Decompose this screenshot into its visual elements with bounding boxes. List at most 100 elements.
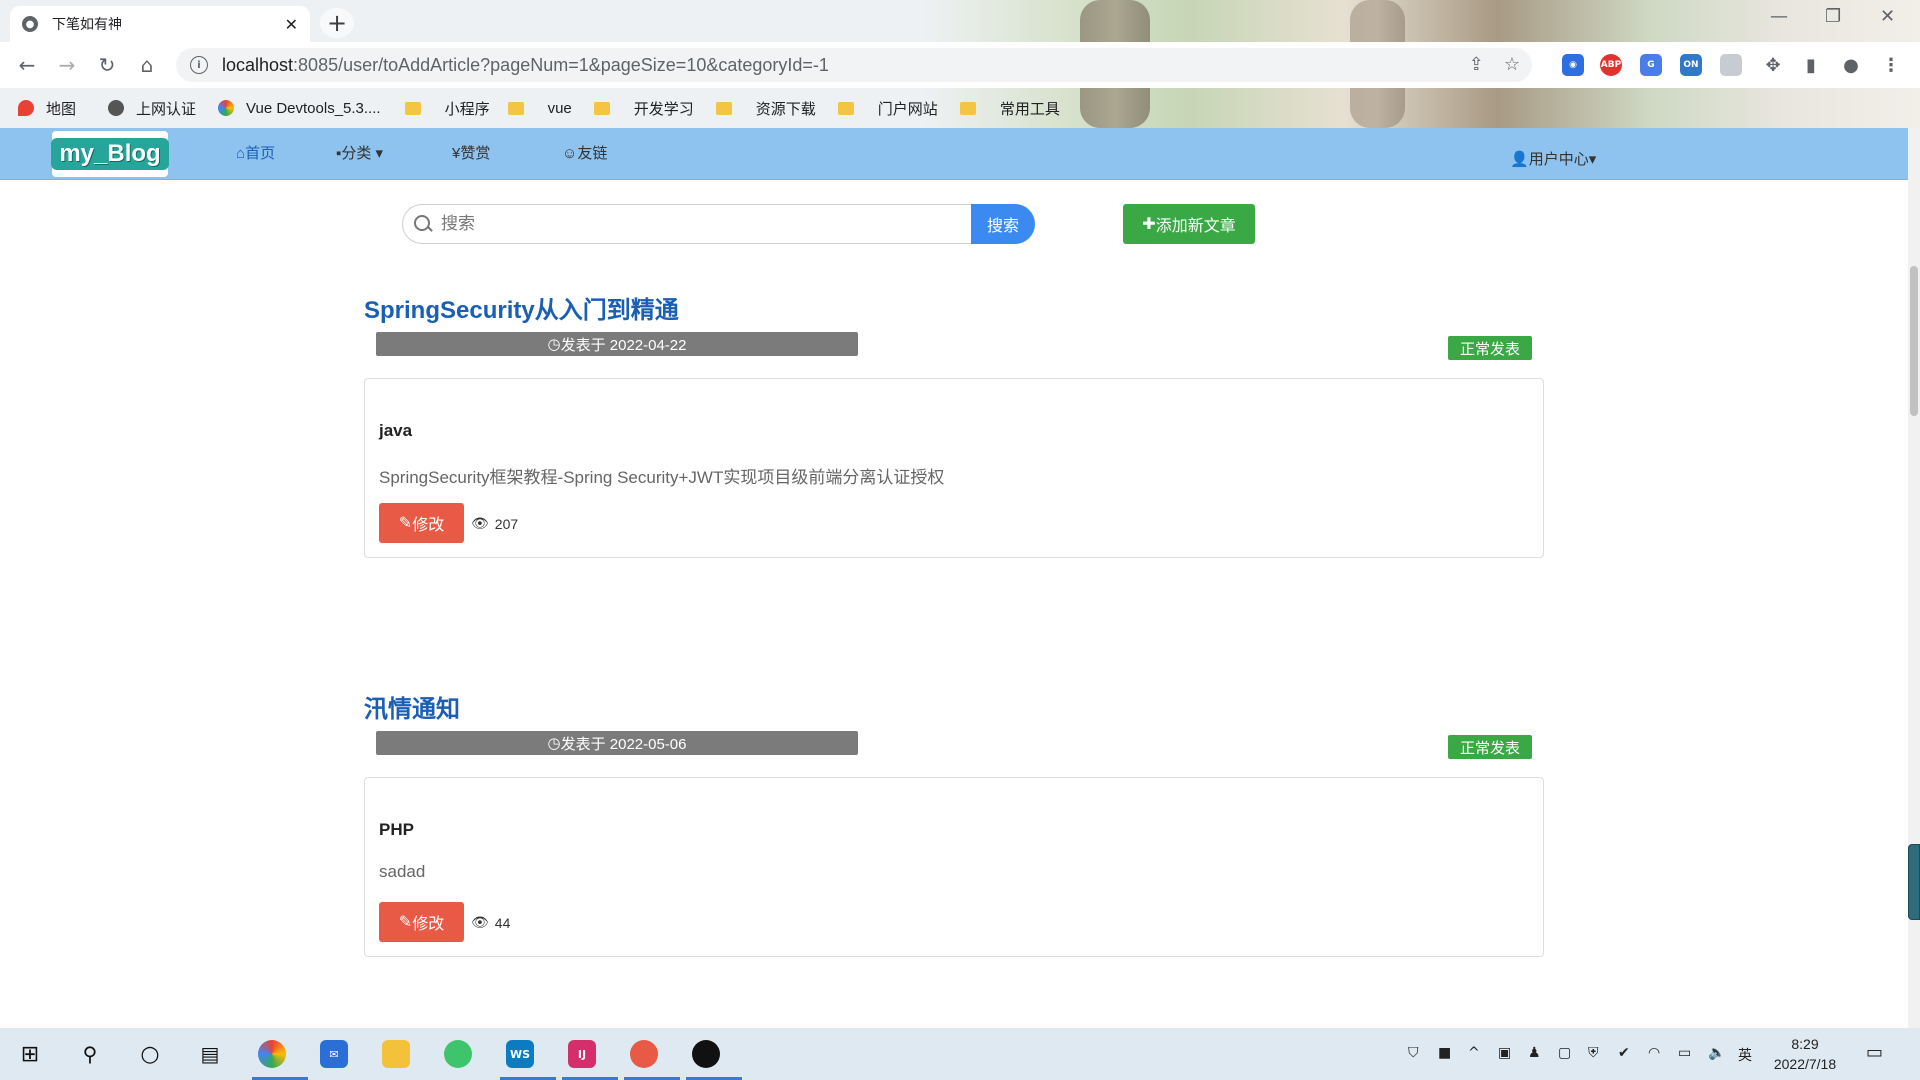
site-navbar: my_Blog ⌂首页 ▪分类 ▾ ¥赞赏 ☺友链 👤用户中心▾ <box>0 128 1908 180</box>
file-explorer-icon[interactable] <box>376 1034 416 1074</box>
task-view-icon[interactable]: ▤ <box>190 1034 230 1074</box>
new-tab-button[interactable]: + <box>320 8 354 38</box>
ime-indicator[interactable]: 英 <box>1738 1045 1752 1065</box>
qq-icon[interactable]: ♟ <box>1528 1045 1541 1061</box>
browser-tab-active[interactable]: ● 下笔如有神 ✕ <box>10 6 310 42</box>
search-input[interactable] <box>402 204 972 244</box>
nav-home[interactable]: ⌂首页 <box>236 142 275 163</box>
article-card: java SpringSecurity框架教程-Spring Security+… <box>364 378 1544 558</box>
user-center-dropdown[interactable]: 👤用户中心▾ <box>1510 148 1596 169</box>
browser-chrome: ● 下笔如有神 ✕ + — ❐ ✕ ← → ↻ ⌂ i localhost:80… <box>0 0 1920 128</box>
article-category: java <box>379 421 413 440</box>
user-icon: 👤 <box>1510 151 1529 168</box>
webstorm-icon[interactable]: WS <box>500 1034 556 1080</box>
search-button[interactable]: 搜索 <box>971 204 1035 244</box>
side-panel-icon[interactable]: ▮ <box>1800 54 1822 76</box>
bookmark-item[interactable]: Vue Devtools_5.3.... <box>218 100 381 117</box>
article-card: PHP sadad ✎ 修改 👁 44 <box>364 777 1544 957</box>
snipping-tool-icon[interactable] <box>624 1034 680 1080</box>
extension-icon[interactable]: ◉ <box>1562 54 1584 76</box>
wrench-icon: ✎ <box>398 914 413 931</box>
bookmark-folder[interactable]: vue <box>507 100 572 117</box>
smile-icon: ☺ <box>562 145 578 162</box>
bookmark-folder[interactable]: 常用工具 <box>959 98 1060 119</box>
folder-icon <box>715 101 732 115</box>
bookmark-folder[interactable]: 门户网站 <box>837 98 938 119</box>
profile-icon[interactable]: ● <box>1840 54 1862 76</box>
side-widget[interactable] <box>1908 844 1920 920</box>
menu-kebab-icon[interactable]: ⋮ <box>1880 54 1902 76</box>
article-item: 汛情通知 ◷ 发表于 2022-05-06 正常发表 PHP sadad ✎ 修改 … <box>364 689 1544 957</box>
adblock-icon[interactable]: ABP <box>1600 54 1622 76</box>
puzzle-icon[interactable]: ✥ <box>1762 54 1784 76</box>
wrench-icon: ✎ <box>398 515 413 532</box>
search-icon <box>414 215 430 231</box>
volume-icon[interactable]: 🔈 <box>1708 1045 1725 1061</box>
forward-icon[interactable]: → <box>52 50 82 80</box>
restore-icon[interactable]: ❐ <box>1825 6 1841 27</box>
browser-toolbar: ← → ↻ ⌂ i localhost:8085/user/toAddArtic… <box>0 42 1920 88</box>
wechat-devtools-icon[interactable] <box>438 1034 478 1074</box>
address-bar[interactable]: i localhost:8085/user/toAddArticle?pageN… <box>176 48 1532 82</box>
nvidia-icon[interactable]: ■ <box>1438 1045 1451 1061</box>
site-info-icon[interactable]: i <box>190 56 208 74</box>
wifi-icon[interactable]: ◠ <box>1648 1045 1660 1061</box>
tray-app-icon[interactable]: ▢ <box>1558 1045 1571 1061</box>
home-icon[interactable]: ⌂ <box>132 50 162 80</box>
mail-icon[interactable]: ✉ <box>314 1034 354 1074</box>
view-count: 👁 207 <box>471 515 519 532</box>
bookmark-item[interactable]: 上网认证 <box>108 98 196 119</box>
battery-icon[interactable]: ▭ <box>1678 1045 1691 1061</box>
search-icon[interactable]: ⚲ <box>70 1034 110 1074</box>
taskbar-clock[interactable]: 8:29 2022/7/18 <box>1768 1034 1842 1074</box>
folder-icon <box>593 101 610 115</box>
minimize-icon[interactable]: — <box>1770 6 1788 27</box>
close-tab-icon[interactable]: ✕ <box>285 15 298 34</box>
edit-button[interactable]: ✎ 修改 <box>379 503 464 543</box>
site-logo[interactable]: my_Blog <box>51 131 169 177</box>
plus-icon: ✚ <box>1142 216 1156 233</box>
home-icon: ⌂ <box>236 145 246 162</box>
notification-icon[interactable]: ▭ <box>1866 1042 1883 1063</box>
taskbar: ⊞ ⚲ ○ ▤ ✉ WS IJ ⛉ ■ ^ ▣ ♟ ▢ ⛨ ✔ ◠ ▭ 🔈 英 … <box>0 1028 1920 1080</box>
translate-icon[interactable]: G <box>1640 54 1662 76</box>
nav-reward[interactable]: ¥赞赏 <box>452 142 490 163</box>
edit-button[interactable]: ✎ 修改 <box>379 902 464 942</box>
extension-icon[interactable] <box>1720 54 1742 76</box>
article-date: ◷ 发表于 2022-05-06 <box>376 731 858 755</box>
intellij-icon[interactable]: IJ <box>562 1034 618 1080</box>
reload-icon[interactable]: ↻ <box>92 50 122 80</box>
add-article-button[interactable]: ✚ 添加新文章 <box>1123 204 1255 244</box>
chrome-store-icon <box>218 100 235 116</box>
chrome-taskbar-icon[interactable] <box>252 1034 308 1080</box>
nav-category-dropdown[interactable]: ▪分类 ▾ <box>336 142 383 163</box>
bookmark-folder[interactable]: 开发学习 <box>593 98 694 119</box>
security-shield-icon[interactable]: ⛉ <box>1408 1045 1419 1061</box>
obs-icon[interactable] <box>686 1034 742 1080</box>
bookmarks-bar: 地图 上网认证 Vue Devtools_5.3.... 小程序 vue 开发学… <box>0 88 1920 128</box>
bookmark-folder[interactable]: 资源下载 <box>715 98 816 119</box>
tray-app-icon[interactable]: ▣ <box>1498 1045 1511 1061</box>
bookmark-star-icon[interactable]: ☆ <box>1504 54 1520 75</box>
folder-icon <box>837 101 854 115</box>
bookmark-item[interactable]: 地图 <box>18 98 76 119</box>
article-category: PHP <box>379 820 414 839</box>
bookmark-folder[interactable]: 小程序 <box>404 98 490 119</box>
nav-friend-links[interactable]: ☺友链 <box>562 142 607 163</box>
article-title[interactable]: 汛情通知 <box>364 689 1544 724</box>
article-summary: sadad <box>379 862 426 881</box>
status-badge: 正常发表 <box>1448 735 1532 759</box>
article-summary: SpringSecurity框架教程-Spring Security+JWT实现… <box>379 468 945 487</box>
eye-icon: 👁 <box>471 515 489 531</box>
tray-check-icon[interactable]: ✔ <box>1618 1045 1630 1061</box>
start-windows-icon[interactable]: ⊞ <box>10 1034 50 1074</box>
close-window-icon[interactable]: ✕ <box>1880 6 1895 27</box>
cortana-icon[interactable]: ○ <box>130 1034 170 1074</box>
tray-chevron-icon[interactable]: ^ <box>1468 1045 1480 1061</box>
extension-on-icon[interactable]: ON <box>1680 54 1702 76</box>
back-icon[interactable]: ← <box>12 50 42 80</box>
tray-app-icon[interactable]: ⛨ <box>1588 1045 1599 1061</box>
scroll-thumb[interactable] <box>1910 266 1918 416</box>
share-icon[interactable]: ⇪ <box>1469 54 1484 75</box>
article-title[interactable]: SpringSecurity从入门到精通 <box>364 290 1544 325</box>
